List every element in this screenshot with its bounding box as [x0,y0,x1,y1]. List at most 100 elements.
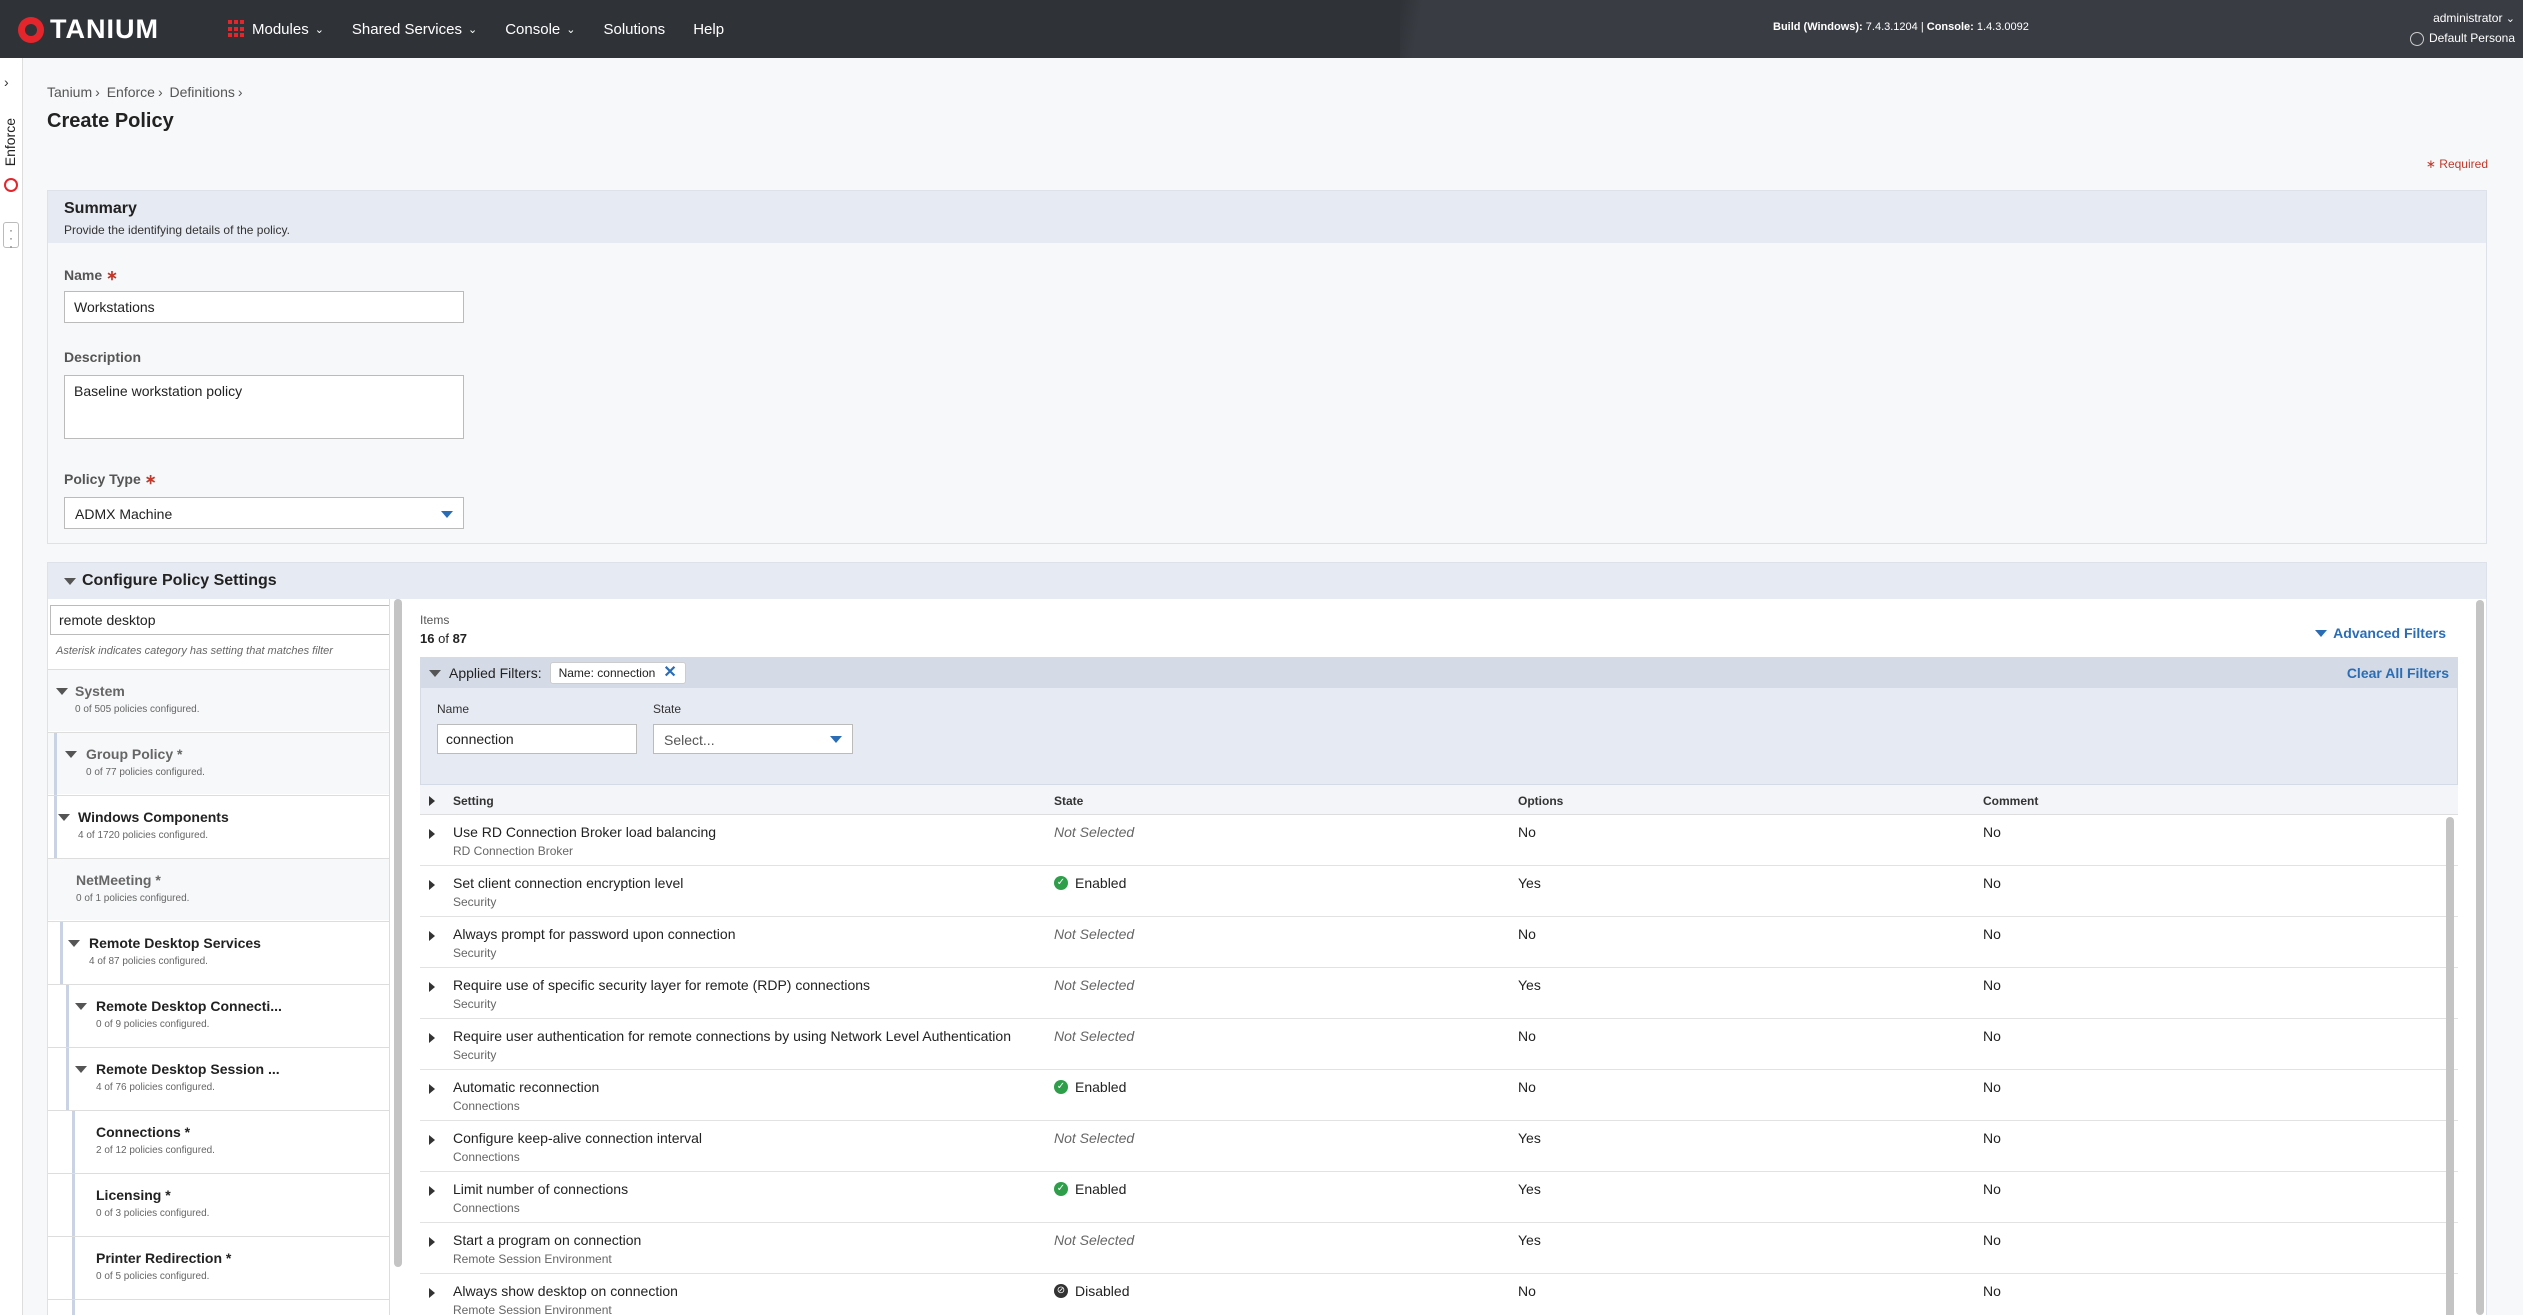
row-expand-icon[interactable] [429,982,435,992]
tree-node-rd-connection-client[interactable]: Remote Desktop Connecti... 0 of 9 polici… [48,984,389,1047]
breadcrumb-tanium[interactable]: Tanium [47,84,92,100]
table-row[interactable]: Always prompt for password upon connecti… [420,917,2458,968]
row-state: ⊘ Disabled [1054,1283,1129,1299]
table-row[interactable]: Require use of specific security layer f… [420,968,2458,1019]
tree-node-count: 0 of 9 policies configured. [96,1019,210,1030]
row-options: Yes [1518,1181,1541,1197]
table-row[interactable]: Automatic reconnection Connections ✓ Enable… [420,1070,2458,1121]
advanced-filters-toggle[interactable]: Advanced Filters [2315,625,2446,641]
persona-selector[interactable]: Default Persona [2409,29,2515,48]
chevron-down-icon: ⌄ [566,23,576,36]
tree-expand-icon[interactable] [75,1003,87,1010]
table-scrollbar[interactable] [2446,817,2454,1315]
tree-node-group-policy[interactable]: Group Policy * 0 of 77 policies configur… [48,732,389,795]
tree-expand-icon[interactable] [68,940,80,947]
row-expand-icon[interactable] [429,931,435,941]
nav-solutions[interactable]: Solutions [603,21,665,38]
tree-expand-icon[interactable] [65,751,77,758]
tree-indent-bar [66,1048,69,1110]
column-options[interactable]: Options [1518,794,1563,808]
filter-state-select[interactable]: Select... [653,724,853,754]
configure-title: Configure Policy Settings [82,572,277,589]
tree-expand-icon[interactable] [58,814,70,821]
more-options-icon[interactable]: · · · [3,222,19,252]
row-expand-icon[interactable] [429,1186,435,1196]
table-row[interactable]: Always show desktop on connection Remote … [420,1274,2458,1315]
items-count: 16 of 87 [420,631,467,646]
tree-expand-icon[interactable] [75,1066,87,1073]
table-header: Setting State Options Comment [420,785,2458,815]
collapse-icon[interactable] [64,577,76,585]
rail-module-name: Enforce [2,118,18,167]
filters-collapse-icon[interactable] [429,669,441,677]
tree-node-licensing[interactable]: Licensing * 0 of 3 policies configured. [48,1173,389,1236]
main-nav: Modules ⌄ Shared Services ⌄ Console ⌄ Solut… [228,0,752,58]
table-row[interactable]: Require user authentication for remote c… [420,1019,2458,1070]
page-scrollbar[interactable] [2476,600,2484,1315]
column-setting[interactable]: Setting [453,794,494,808]
row-comment: No [1983,1130,2001,1146]
tree-node-printer-redirection[interactable]: Printer Redirection * 0 of 5 policies co… [48,1236,389,1299]
enabled-check-icon: ✓ [1054,1182,1068,1196]
tree-node-partial[interactable] [48,1299,389,1315]
row-setting: Use RD Connection Broker load balancing [453,824,717,840]
description-textarea[interactable]: Baseline workstation policy [64,375,464,439]
row-expand-icon[interactable] [429,1135,435,1145]
row-expand-icon[interactable] [429,1033,435,1043]
top-navigation-bar: TANIUM Modules ⌄ Shared Services ⌄ Console… [0,0,2523,58]
policy-type-select[interactable]: ADMX Machine [64,497,464,529]
row-options: No [1518,1028,1536,1044]
table-row[interactable]: Configure keep-alive connection interval… [420,1121,2458,1172]
filter-name-input[interactable] [437,724,637,754]
row-expand-icon[interactable] [429,1084,435,1094]
clear-all-filters-link[interactable]: Clear All Filters [2347,665,2449,681]
tree-node-connections[interactable]: Connections * 2 of 12 policies configure… [48,1110,389,1173]
tree-node-netmeeting[interactable]: NetMeeting * 0 of 1 policies configured. [48,858,389,920]
summary-panel: Summary Provide the identifying details … [47,190,2487,544]
tree-expand-icon[interactable] [56,688,68,695]
row-category: Security [453,946,497,960]
table-row[interactable]: Start a program on connection Remote Sess… [420,1223,2458,1274]
tree-node-windows-components[interactable]: Windows Components 4 of 1720 policies co… [48,795,389,858]
configure-header[interactable]: Configure Policy Settings [48,563,2486,599]
remove-filter-icon[interactable]: ✕ [663,665,676,681]
row-options: Yes [1518,1130,1541,1146]
required-star-icon: ∗ [144,471,157,487]
name-input[interactable] [64,291,464,323]
table-row[interactable]: Limit number of connections Connections ✓ E… [420,1172,2458,1223]
tanium-logo[interactable]: TANIUM [18,14,159,45]
tree-node-name: Connections * [96,1124,191,1140]
enforce-module-icon [4,178,18,192]
module-side-rail: › Enforce · · · [0,58,23,1315]
nav-console[interactable]: Console ⌄ [505,21,575,38]
expand-rail-icon[interactable]: › [4,74,9,90]
expand-all-icon[interactable] [429,796,435,806]
tree-node-count: 0 of 77 policies configured. [86,767,205,778]
row-expand-icon[interactable] [429,1237,435,1247]
tree-node-name: Licensing * [96,1187,171,1203]
tree-node-name: Remote Desktop Connecti... [96,998,282,1014]
row-expand-icon[interactable] [429,880,435,890]
table-row[interactable]: Set client connection encryption level Se… [420,866,2458,917]
row-expand-icon[interactable] [429,829,435,839]
column-comment[interactable]: Comment [1983,794,2038,808]
nav-help[interactable]: Help [693,21,724,38]
user-name[interactable]: administrator ⌄ [2410,9,2515,29]
user-menu[interactable]: administrator ⌄ Default Persona [2409,9,2515,48]
breadcrumb-enforce[interactable]: Enforce [107,84,155,100]
tree-node-remote-desktop-services[interactable]: Remote Desktop Services 4 of 87 policies… [48,921,389,984]
nav-shared-services[interactable]: Shared Services ⌄ [352,21,477,38]
tree-node-system[interactable]: System 0 of 505 policies configured. [48,669,389,731]
row-comment: No [1983,875,2001,891]
row-state: Not Selected [1054,1028,1134,1044]
column-state[interactable]: State [1054,794,1083,808]
breadcrumb-definitions[interactable]: Definitions [170,84,235,100]
filter-chip[interactable]: Name: connection ✕ [549,662,686,684]
table-row[interactable]: Use RD Connection Broker load balancing R… [420,815,2458,866]
nav-modules[interactable]: Modules ⌄ [228,20,324,38]
tree-node-name: Printer Redirection * [96,1250,232,1266]
tree-scrollbar[interactable] [394,599,402,1267]
row-expand-icon[interactable] [429,1288,435,1298]
tree-search-input[interactable] [50,605,389,635]
tree-node-rd-session-host[interactable]: Remote Desktop Session ... 4 of 76 polic… [48,1047,389,1110]
